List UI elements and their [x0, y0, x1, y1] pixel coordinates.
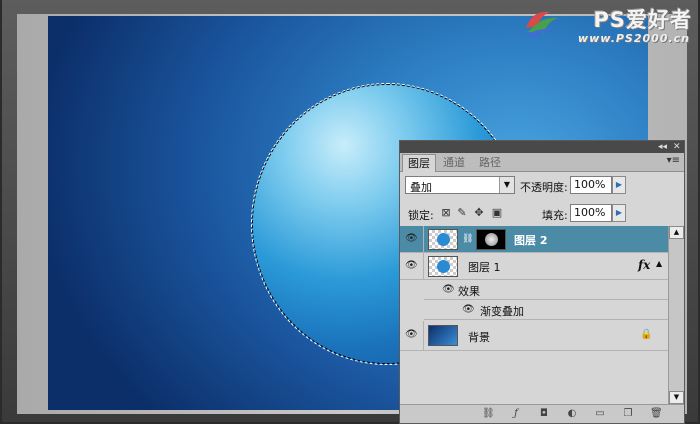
layers-list: 👁 ⛓ 图层 2 👁 图层 1 fx ▲ 👁 效果 👁 渐变叠加 👁 背景 🔒 — [400, 226, 668, 392]
watermark: PS爱好者 www.PS2000.cn — [522, 4, 692, 50]
layers-scrollbar[interactable]: ▲ ▼ — [668, 226, 684, 404]
lock-brush-icon[interactable]: ✎ — [456, 207, 468, 219]
blend-row: 叠加 ▼ 不透明度: 100% ▶ — [400, 173, 684, 199]
fx-icon[interactable]: fx — [638, 258, 650, 272]
lock-transparency-icon[interactable]: ⊠ — [440, 207, 452, 219]
lock-move-icon[interactable]: ✥ — [473, 207, 485, 219]
delete-layer-icon[interactable]: 🗑 — [650, 408, 663, 420]
link-layers-icon[interactable]: ⛓ — [482, 408, 495, 420]
eye-icon[interactable]: 👁 — [405, 261, 418, 271]
gradient-overlay-row[interactable]: 👁 渐变叠加 — [424, 300, 668, 320]
adjustment-layer-icon[interactable]: ◐ — [566, 408, 578, 420]
add-style-icon[interactable]: ƒ — [510, 408, 522, 420]
panel-tabs: 图层 通道 路径 ▾≡ — [400, 153, 684, 172]
blend-mode-value: 叠加 — [410, 181, 432, 194]
effects-row[interactable]: 👁 效果 — [424, 280, 668, 300]
opacity-label: 不透明度: — [520, 181, 568, 194]
lock-icon: 🔒 — [640, 329, 653, 340]
effects-label: 效果 — [458, 285, 480, 298]
blend-mode-select[interactable]: 叠加 ▼ — [405, 176, 515, 194]
layer-row-background[interactable]: 👁 背景 🔒 — [400, 321, 668, 351]
tab-paths[interactable]: 路径 — [474, 154, 506, 171]
layer-row-layer1[interactable]: 👁 图层 1 fx ▲ — [400, 253, 668, 280]
eye-icon[interactable]: 👁 — [405, 330, 418, 340]
tab-layers[interactable]: 图层 — [402, 154, 436, 172]
watermark-brand: PS爱好者 — [593, 8, 692, 32]
eye-icon[interactable]: 👁 — [442, 285, 455, 295]
layer-thumbnail — [428, 325, 458, 346]
fill-label: 填充: — [542, 209, 568, 222]
fill-slider-arrow[interactable]: ▶ — [612, 204, 626, 222]
layers-panel: ◂◂ ✕ 图层 通道 路径 ▾≡ 叠加 ▼ 不透明度: 100% ▶ 锁定: ⊠… — [399, 140, 685, 424]
collapse-icon[interactable]: ◂◂ — [658, 141, 667, 153]
visibility-cell[interactable]: 👁 — [400, 226, 424, 252]
visibility-cell[interactable]: 👁 — [400, 253, 424, 279]
opacity-input[interactable]: 100% — [570, 176, 612, 194]
chain-link-icon[interactable]: ⛓ — [462, 234, 473, 244]
new-layer-icon[interactable]: ❐ — [622, 408, 634, 420]
gradient-overlay-label: 渐变叠加 — [480, 305, 524, 318]
eye-icon[interactable]: 👁 — [462, 305, 475, 315]
opacity-slider-arrow[interactable]: ▶ — [612, 176, 626, 194]
tab-channels[interactable]: 通道 — [438, 154, 470, 171]
add-mask-icon[interactable]: ◘ — [538, 408, 550, 420]
scroll-up-button[interactable]: ▲ — [669, 226, 684, 239]
layer-name: 图层 1 — [468, 261, 501, 274]
chevron-down-icon: ▼ — [499, 177, 514, 193]
panel-titlebar: ◂◂ ✕ — [400, 141, 684, 153]
layer-thumbnail — [428, 256, 458, 277]
layer-name: 背景 — [468, 331, 490, 344]
layer-mask-thumbnail[interactable] — [476, 229, 506, 250]
scroll-down-button[interactable]: ▼ — [669, 391, 684, 404]
panel-footer: ⛓ ƒ ◘ ◐ ▭ ❐ 🗑 — [400, 404, 684, 423]
watermark-logo — [524, 11, 558, 38]
layer-name: 图层 2 — [514, 234, 548, 247]
layer-thumbnail — [428, 229, 458, 250]
new-group-icon[interactable]: ▭ — [594, 408, 606, 420]
expand-effects-icon[interactable]: ▲ — [656, 259, 662, 268]
lock-row: 锁定: ⊠ ✎ ✥ ▣ 填充: 100% ▶ — [400, 202, 684, 227]
fill-input[interactable]: 100% — [570, 204, 612, 222]
lock-all-icon[interactable]: ▣ — [491, 207, 503, 219]
panel-menu-icon[interactable]: ▾≡ — [667, 155, 680, 166]
close-icon[interactable]: ✕ — [673, 141, 681, 153]
layer-row-layer2[interactable]: 👁 ⛓ 图层 2 — [400, 226, 668, 253]
watermark-url: www.PS2000.cn — [577, 32, 690, 45]
eye-icon[interactable]: 👁 — [405, 234, 418, 244]
lock-label: 锁定: — [408, 209, 434, 222]
visibility-cell[interactable]: 👁 — [400, 321, 424, 350]
